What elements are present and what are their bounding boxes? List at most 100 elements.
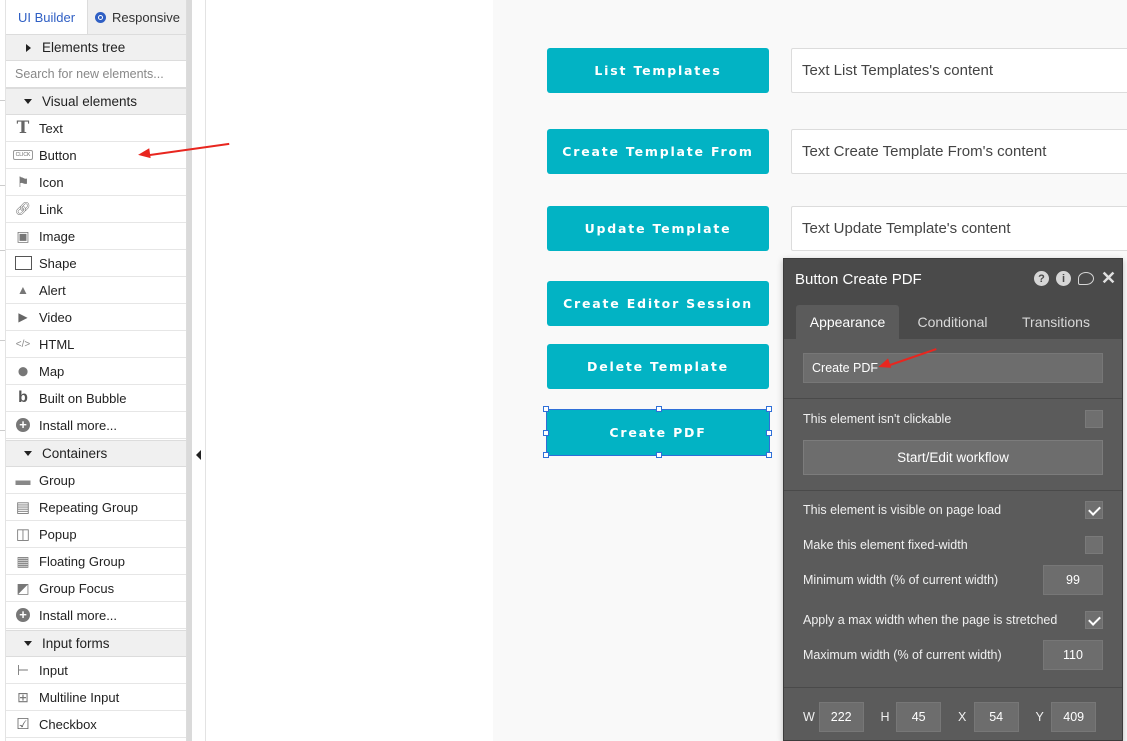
canvas-text-update-template[interactable]: Text Update Template's content — [791, 206, 1127, 251]
plus-circle-icon: + — [12, 607, 34, 623]
max-width-input[interactable]: 110 — [1043, 640, 1103, 670]
tab-ui-builder[interactable]: UI Builder — [6, 0, 88, 34]
tab-appearance[interactable]: Appearance — [796, 305, 899, 339]
help-icon[interactable]: ? — [1034, 271, 1049, 286]
visual-elements-header[interactable]: Visual elements — [6, 88, 186, 115]
resize-handle-nw[interactable] — [543, 406, 549, 412]
containers-label: Containers — [42, 446, 108, 461]
fixed-width-row: Make this element fixed-width — [803, 534, 1103, 556]
element-item-built-on-bubble[interactable]: b Built on Bubble — [6, 385, 186, 412]
element-item-label: Built on Bubble — [39, 390, 127, 406]
element-item-repeating-group[interactable]: ▤ Repeating Group — [6, 494, 186, 521]
fixed-width-label: Make this element fixed-width — [803, 538, 968, 552]
resize-handle-se[interactable] — [766, 452, 772, 458]
bubble-editor: UI Builder Responsive Elements tree Visu… — [0, 0, 1127, 741]
element-item-label: Input — [39, 662, 68, 678]
containers-header[interactable]: Containers — [6, 440, 186, 467]
shape-icon — [12, 255, 34, 271]
element-item-text[interactable]: T Text — [6, 115, 186, 142]
element-item-label: Alert — [39, 282, 66, 298]
button-text-input[interactable]: Create PDF — [803, 353, 1103, 383]
element-item-popup[interactable]: ◫ Popup — [6, 521, 186, 548]
canvas-button-create-template-from[interactable]: Create Template From — [547, 129, 769, 174]
property-editor: Button Create PDF ? i ✕ Appearance Condi… — [783, 258, 1123, 741]
element-item-label: Checkbox — [39, 716, 97, 732]
info-icon[interactable]: i — [1056, 271, 1071, 286]
resize-handle-s[interactable] — [656, 452, 662, 458]
x-input[interactable]: 54 — [973, 702, 1019, 732]
canvas-button-delete-template[interactable]: Delete Template — [547, 344, 769, 389]
resize-handle-ne[interactable] — [766, 406, 772, 412]
element-item-image[interactable]: ▣ Image — [6, 223, 186, 250]
visible-on-load-row: This element is visible on page load — [803, 499, 1103, 521]
elements-tree-header[interactable]: Elements tree — [6, 34, 186, 61]
element-item-alert[interactable]: ▲ Alert — [6, 277, 186, 304]
caret-down-icon — [18, 641, 38, 646]
element-item-label: Multiline Input — [39, 689, 120, 705]
collapse-strip — [192, 0, 206, 741]
resize-handle-sw[interactable] — [543, 452, 549, 458]
height-input[interactable]: 45 — [896, 702, 941, 732]
element-item-group-focus[interactable]: ◩ Group Focus — [6, 575, 186, 602]
element-item-icon[interactable]: ⚑ Icon — [6, 169, 186, 196]
apply-max-checkbox[interactable] — [1085, 611, 1103, 629]
canvas-button-list-templates[interactable]: List Templates — [547, 48, 769, 93]
y-input[interactable]: 409 — [1051, 702, 1096, 732]
tab-conditional[interactable]: Conditional — [901, 305, 1004, 339]
input-forms-header[interactable]: Input forms — [6, 630, 186, 657]
canvas-text-list-templates[interactable]: Text List Templates's content — [791, 48, 1127, 93]
search-elements-input[interactable] — [6, 61, 186, 88]
resize-handle-n[interactable] — [656, 406, 662, 412]
element-item-input[interactable]: ⊢ Input — [6, 657, 186, 684]
resize-handle-w[interactable] — [543, 430, 549, 436]
element-item-install-more[interactable]: + Install more... — [6, 602, 186, 629]
caret-down-icon — [18, 451, 38, 456]
property-editor-title: Button Create PDF — [795, 270, 922, 288]
canvas-text-create-template-from[interactable]: Text Create Template From's content — [791, 129, 1127, 174]
element-item-label: Button — [39, 147, 77, 163]
element-item-button[interactable]: CLICK Button — [6, 142, 186, 169]
width-input[interactable]: 222 — [818, 702, 864, 732]
element-item-html[interactable]: </> HTML — [6, 331, 186, 358]
visible-on-load-checkbox[interactable] — [1085, 501, 1103, 519]
text-icon: T — [16, 118, 30, 138]
link-icon: 🔗︎ — [14, 201, 32, 216]
resize-handle-e[interactable] — [766, 430, 772, 436]
canvas-button-update-template[interactable]: Update Template — [547, 206, 769, 251]
element-item-map[interactable]: ⬤ Map — [6, 358, 186, 385]
not-clickable-checkbox[interactable] — [1085, 410, 1103, 428]
tab-transitions[interactable]: Transitions — [1006, 305, 1106, 339]
fixed-width-checkbox[interactable] — [1085, 536, 1103, 554]
element-item-floating-group[interactable]: ▦ Floating Group — [6, 548, 186, 575]
height-label: H — [880, 710, 890, 724]
visible-on-load-label: This element is visible on page load — [803, 503, 1002, 517]
floating-group-icon: ▦ — [16, 552, 30, 569]
divider — [784, 398, 1122, 399]
map-pin-icon: ⬤ — [17, 365, 29, 376]
flag-icon: ⚑ — [16, 173, 30, 190]
element-item-install-more[interactable]: + Install more... — [6, 412, 186, 439]
y-label: Y — [1035, 710, 1044, 724]
collapse-panel-icon[interactable] — [196, 450, 201, 460]
element-item-multiline-input[interactable]: ⊞ Multiline Input — [6, 684, 186, 711]
comment-icon[interactable] — [1078, 272, 1094, 285]
element-item-video[interactable]: ▶ Video — [6, 304, 186, 331]
element-item-group[interactable]: ▬ Group — [6, 467, 186, 494]
code-icon: </> — [15, 338, 31, 350]
close-icon[interactable]: ✕ — [1101, 268, 1116, 288]
min-width-input[interactable]: 99 — [1043, 565, 1103, 595]
tab-responsive[interactable]: Responsive — [88, 0, 186, 34]
canvas-button-create-editor-session[interactable]: Create Editor Session — [547, 281, 769, 326]
element-item-label: Text — [39, 120, 63, 136]
property-editor-header[interactable]: Button Create PDF ? i ✕ — [784, 259, 1122, 299]
start-edit-workflow-button[interactable]: Start/Edit workflow — [803, 440, 1103, 475]
repeating-group-icon: ▤ — [15, 499, 31, 516]
checkbox-icon: ☑ — [16, 716, 30, 733]
bell-icon: ▲ — [17, 283, 29, 297]
element-item-link[interactable]: 🔗︎ Link — [6, 196, 186, 223]
element-item-label: Video — [39, 309, 73, 325]
multiline-input-icon: ⊞ — [17, 688, 29, 705]
element-item-shape[interactable]: Shape — [6, 250, 186, 277]
element-item-checkbox[interactable]: ☑ Checkbox — [6, 711, 186, 738]
plus-circle-icon: + — [12, 417, 34, 433]
